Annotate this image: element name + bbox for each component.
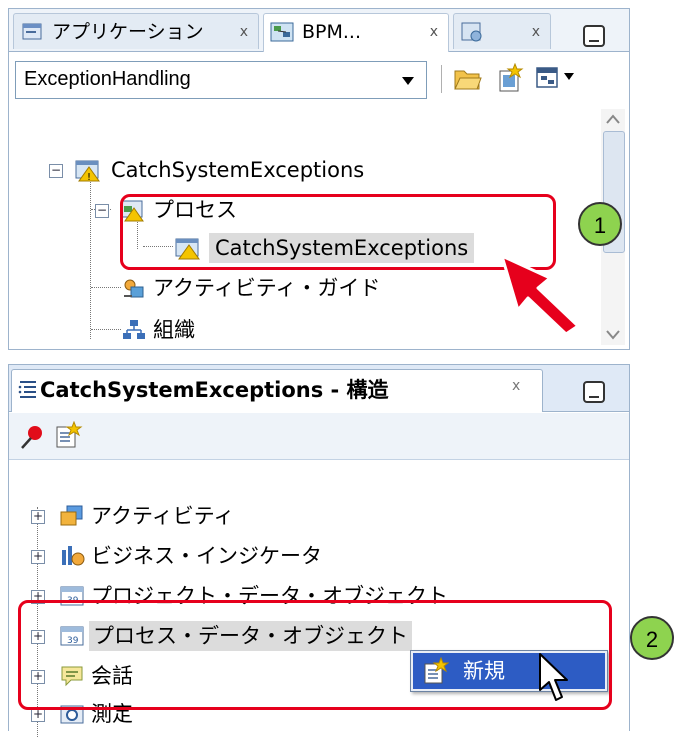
scroll-down-icon[interactable] — [605, 329, 621, 341]
tree-item-organization[interactable]: 組織 — [121, 315, 321, 345]
minimize-button[interactable] — [583, 25, 605, 47]
navigator-tab-bar: アプリケーション x BPM... x x — [9, 9, 629, 52]
structure-item-activity-label: アクティビティ — [91, 504, 235, 528]
tab-application-label: アプリケーション — [52, 21, 204, 43]
tree-item-activity-guide[interactable]: アクティビティ・ガイド — [121, 273, 461, 303]
structure-toolbar — [9, 413, 629, 460]
new-document-icon[interactable] — [495, 63, 525, 93]
organization-icon — [123, 320, 145, 339]
structure-tab-close[interactable]: x — [512, 378, 520, 394]
scroll-up-icon[interactable] — [605, 113, 621, 125]
callout-box-1 — [120, 194, 556, 270]
bpm-project-warning-icon: ! — [75, 160, 100, 182]
project-select-value: ExceptionHandling — [24, 68, 191, 90]
application-navigator-icon — [22, 23, 42, 40]
toolbar-separator — [441, 65, 442, 93]
tab-resource-close[interactable]: x — [532, 14, 540, 50]
structure-item-business-indicator-label: ビジネス・インジケータ — [91, 544, 322, 568]
tab-bpm[interactable]: BPM... x — [263, 13, 449, 52]
collapse-toggle[interactable]: − — [49, 164, 63, 178]
tree-connector — [90, 161, 91, 339]
activity-icon — [60, 505, 83, 526]
tree-item-root[interactable]: − ! CatchSystemExceptions — [49, 155, 449, 185]
structure-header: CatchSystemExceptions - 構造 x — [9, 365, 629, 412]
structure-title: CatchSystemExceptions - 構造 — [40, 378, 389, 402]
tab-application-close[interactable]: x — [240, 14, 248, 50]
expand-toggle[interactable]: + — [31, 510, 45, 524]
activity-guide-icon — [124, 279, 144, 298]
structure-minimize-button[interactable] — [583, 381, 605, 403]
tab-bpm-close[interactable]: x — [430, 14, 438, 50]
view-options-chevron-icon[interactable] — [564, 73, 574, 81]
project-select[interactable]: ExceptionHandling — [15, 61, 427, 99]
pin-icon[interactable] — [19, 423, 47, 451]
expand-toggle[interactable]: + — [31, 550, 45, 564]
callout-badge-2: 2 — [630, 616, 674, 660]
bpm-project-icon — [270, 22, 294, 42]
structure-item-business-indicator[interactable]: + ビジネス・インジケータ — [31, 541, 431, 571]
view-options-icon[interactable] — [535, 65, 561, 91]
tree-item-activity-guide-label: アクティビティ・ガイド — [153, 276, 381, 300]
structure-item-activity[interactable]: + アクティビティ — [31, 501, 431, 531]
structure-tab[interactable]: CatchSystemExceptions - 構造 x — [11, 369, 543, 412]
business-indicator-icon — [62, 546, 85, 566]
svg-text:!: ! — [87, 172, 91, 182]
collapse-toggle[interactable]: − — [95, 204, 109, 218]
tree-item-root-label: CatchSystemExceptions — [111, 158, 365, 182]
callout-badge-1: 1 — [578, 202, 622, 246]
tab-bpm-label: BPM... — [302, 21, 362, 43]
tab-resource[interactable]: x — [453, 13, 551, 49]
tab-application[interactable]: アプリケーション x — [13, 13, 259, 49]
tree-connector — [91, 329, 121, 330]
expand-toggle[interactable]: + — [31, 708, 45, 722]
tree-item-organization-label: 組織 — [153, 318, 195, 342]
tree-connector — [91, 287, 121, 288]
open-folder-icon[interactable] — [453, 65, 483, 93]
chevron-down-icon — [402, 77, 414, 85]
callout-box-2 — [18, 600, 612, 710]
resource-palette-icon — [461, 22, 482, 42]
structure-icon — [18, 381, 36, 398]
project-toolbar: ExceptionHandling — [9, 53, 629, 105]
new-structure-icon[interactable] — [53, 421, 83, 451]
pointer-arrow-icon — [500, 254, 580, 336]
